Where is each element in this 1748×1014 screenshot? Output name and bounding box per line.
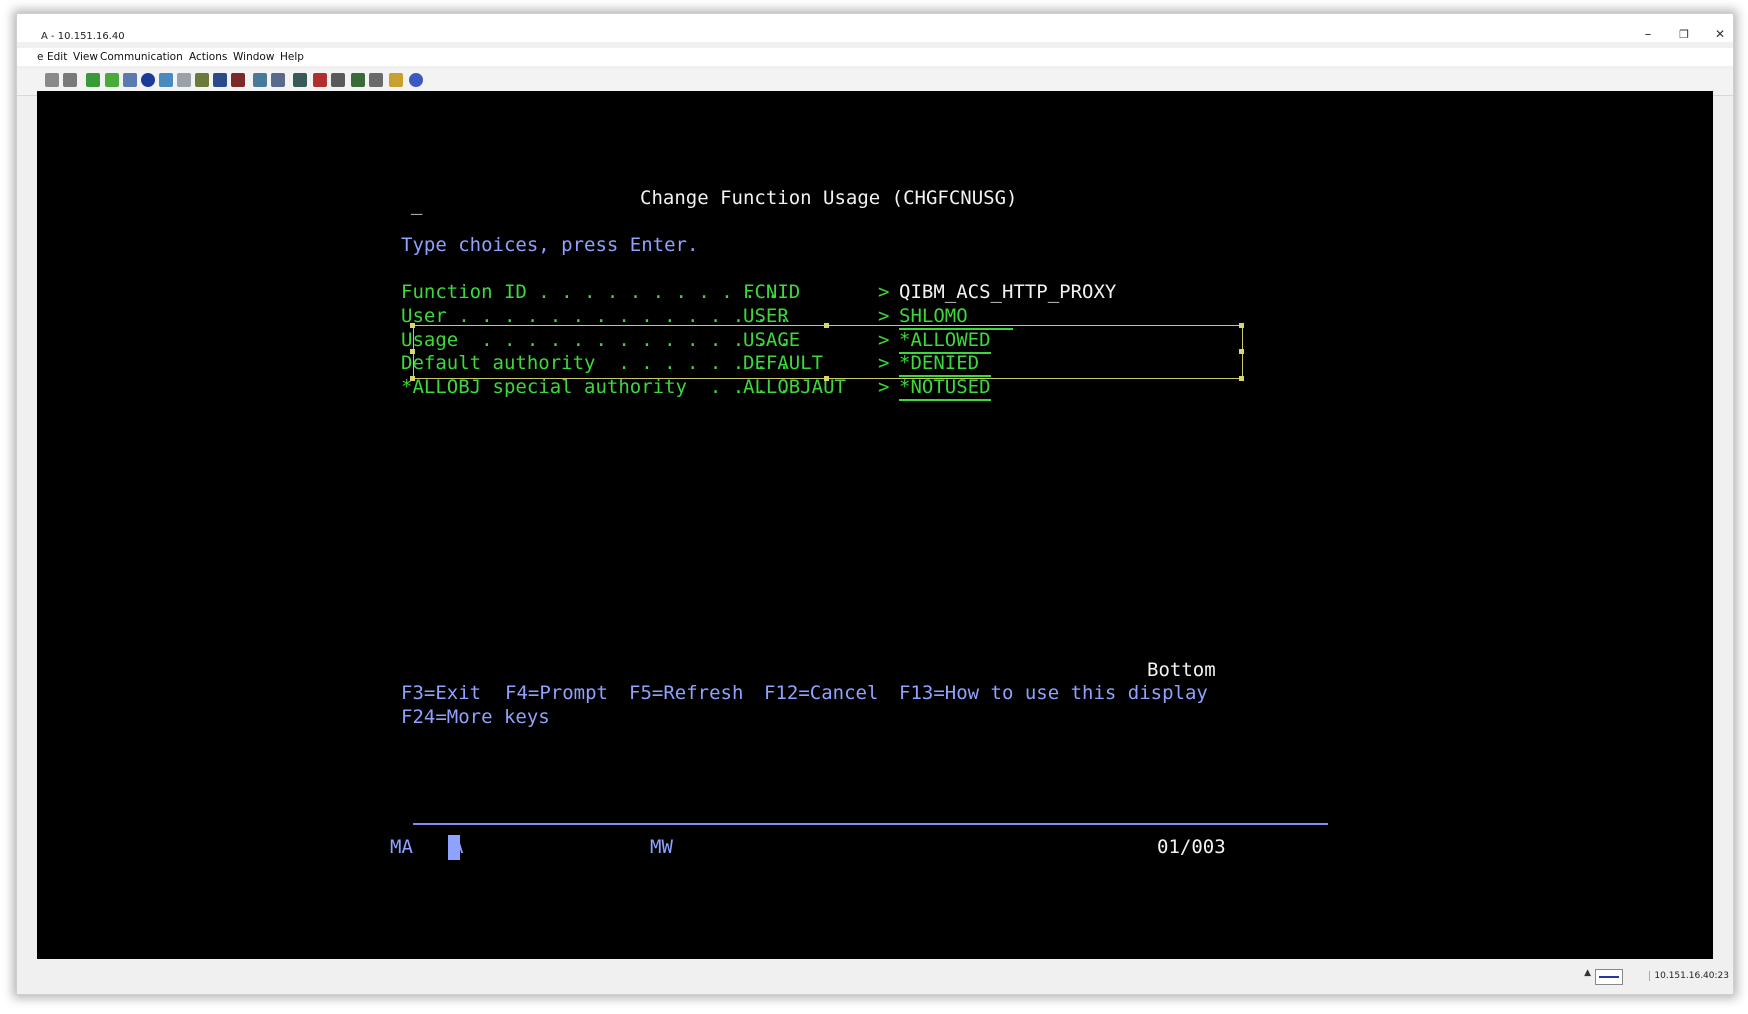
properties-icon[interactable]: [331, 73, 345, 87]
fkey-f24[interactable]: F24=More keys: [401, 705, 550, 729]
send-file-icon[interactable]: [86, 73, 100, 87]
config-icon[interactable]: [369, 73, 383, 87]
workstation-indicator: MW: [650, 836, 673, 858]
selection-handle[interactable]: [410, 349, 415, 354]
selection-handle[interactable]: [1239, 376, 1244, 381]
cursor-position: 01/003: [1157, 836, 1226, 858]
menu-bar: e Edit View Communication Actions Window…: [17, 48, 1733, 66]
restore-button[interactable]: ❐: [1675, 28, 1693, 41]
connection-icon: [1595, 969, 1623, 985]
keyboard-icon[interactable]: [213, 73, 227, 87]
host-address: 10.151.16.40:23: [1649, 971, 1729, 981]
bottom-indicator: Bottom: [1147, 659, 1216, 681]
fkey-f13[interactable]: F13=How to use this display: [899, 681, 1208, 705]
instruction-text: Type choices, press Enter.: [401, 234, 699, 256]
field-label: Function ID . . . . . . . . . . .: [401, 281, 779, 303]
selection-handle[interactable]: [824, 323, 829, 328]
menu-communication[interactable]: Communication: [100, 51, 183, 63]
menu-edit[interactable]: Edit: [47, 51, 67, 63]
emulator-window: A - 10.151.16.40 – ❐ ✕ e Edit View Commu…: [16, 13, 1734, 995]
transfer-icon[interactable]: [293, 73, 307, 87]
stop-icon[interactable]: [313, 73, 327, 87]
receive-file-icon[interactable]: [105, 73, 119, 87]
record-icon[interactable]: [141, 73, 155, 87]
keypad-icon[interactable]: [271, 73, 285, 87]
fkey-f3[interactable]: F3=Exit: [401, 681, 481, 705]
menu-help[interactable]: Help: [280, 51, 304, 63]
selection-handle[interactable]: [410, 323, 415, 328]
scroll-up-icon[interactable]: ▲: [1584, 968, 1591, 978]
menu-window[interactable]: Window: [233, 51, 274, 63]
minimize-button[interactable]: –: [1639, 27, 1657, 42]
help-icon[interactable]: [409, 73, 423, 87]
print-screen-icon[interactable]: [123, 73, 137, 87]
selection-handle[interactable]: [824, 376, 829, 381]
title-bar: A - 10.151.16.40 – ❐ ✕: [17, 14, 1733, 42]
selection-rectangle[interactable]: [413, 325, 1243, 379]
fkey-f12[interactable]: F12=Cancel: [764, 681, 878, 705]
window-title: A - 10.151.16.40: [41, 31, 125, 42]
operator-info-divider: [413, 823, 1328, 825]
clipboard-icon[interactable]: [389, 73, 403, 87]
selection-handle[interactable]: [1239, 323, 1244, 328]
terminal-screen[interactable]: _ Change Function Usage (CHGFCNUSG) Type…: [37, 91, 1713, 959]
paste-icon[interactable]: [63, 73, 77, 87]
notes-icon[interactable]: [177, 73, 191, 87]
fkey-f4[interactable]: F4=Prompt: [505, 681, 608, 705]
menu-file[interactable]: e: [37, 51, 43, 63]
menu-actions[interactable]: Actions: [189, 51, 227, 63]
menu-view[interactable]: View: [73, 51, 98, 63]
map-icon[interactable]: [231, 73, 245, 87]
selection-handle[interactable]: [1239, 349, 1244, 354]
fkey-f5[interactable]: F5=Refresh: [629, 681, 743, 705]
download-icon[interactable]: [351, 73, 365, 87]
status-bar: ▲ 10.151.16.40:23: [17, 960, 1733, 994]
field-keyword: FCNID: [743, 281, 801, 303]
copy-icon[interactable]: [45, 73, 59, 87]
selection-handle[interactable]: [410, 376, 415, 381]
macro-icon[interactable]: [195, 73, 209, 87]
screen-cursor-mark: _: [411, 193, 423, 215]
screen-title: Change Function Usage (CHGFCNUSG): [640, 187, 1018, 209]
close-button[interactable]: ✕: [1711, 27, 1729, 41]
display-icon[interactable]: [159, 73, 173, 87]
function-id-value[interactable]: QIBM_ACS_HTTP_PROXY: [899, 280, 1116, 304]
session-indicator: MA: [390, 836, 413, 858]
field-arrow: >: [878, 281, 890, 303]
mode-indicator: A: [452, 836, 464, 858]
customize-icon[interactable]: [253, 73, 267, 87]
